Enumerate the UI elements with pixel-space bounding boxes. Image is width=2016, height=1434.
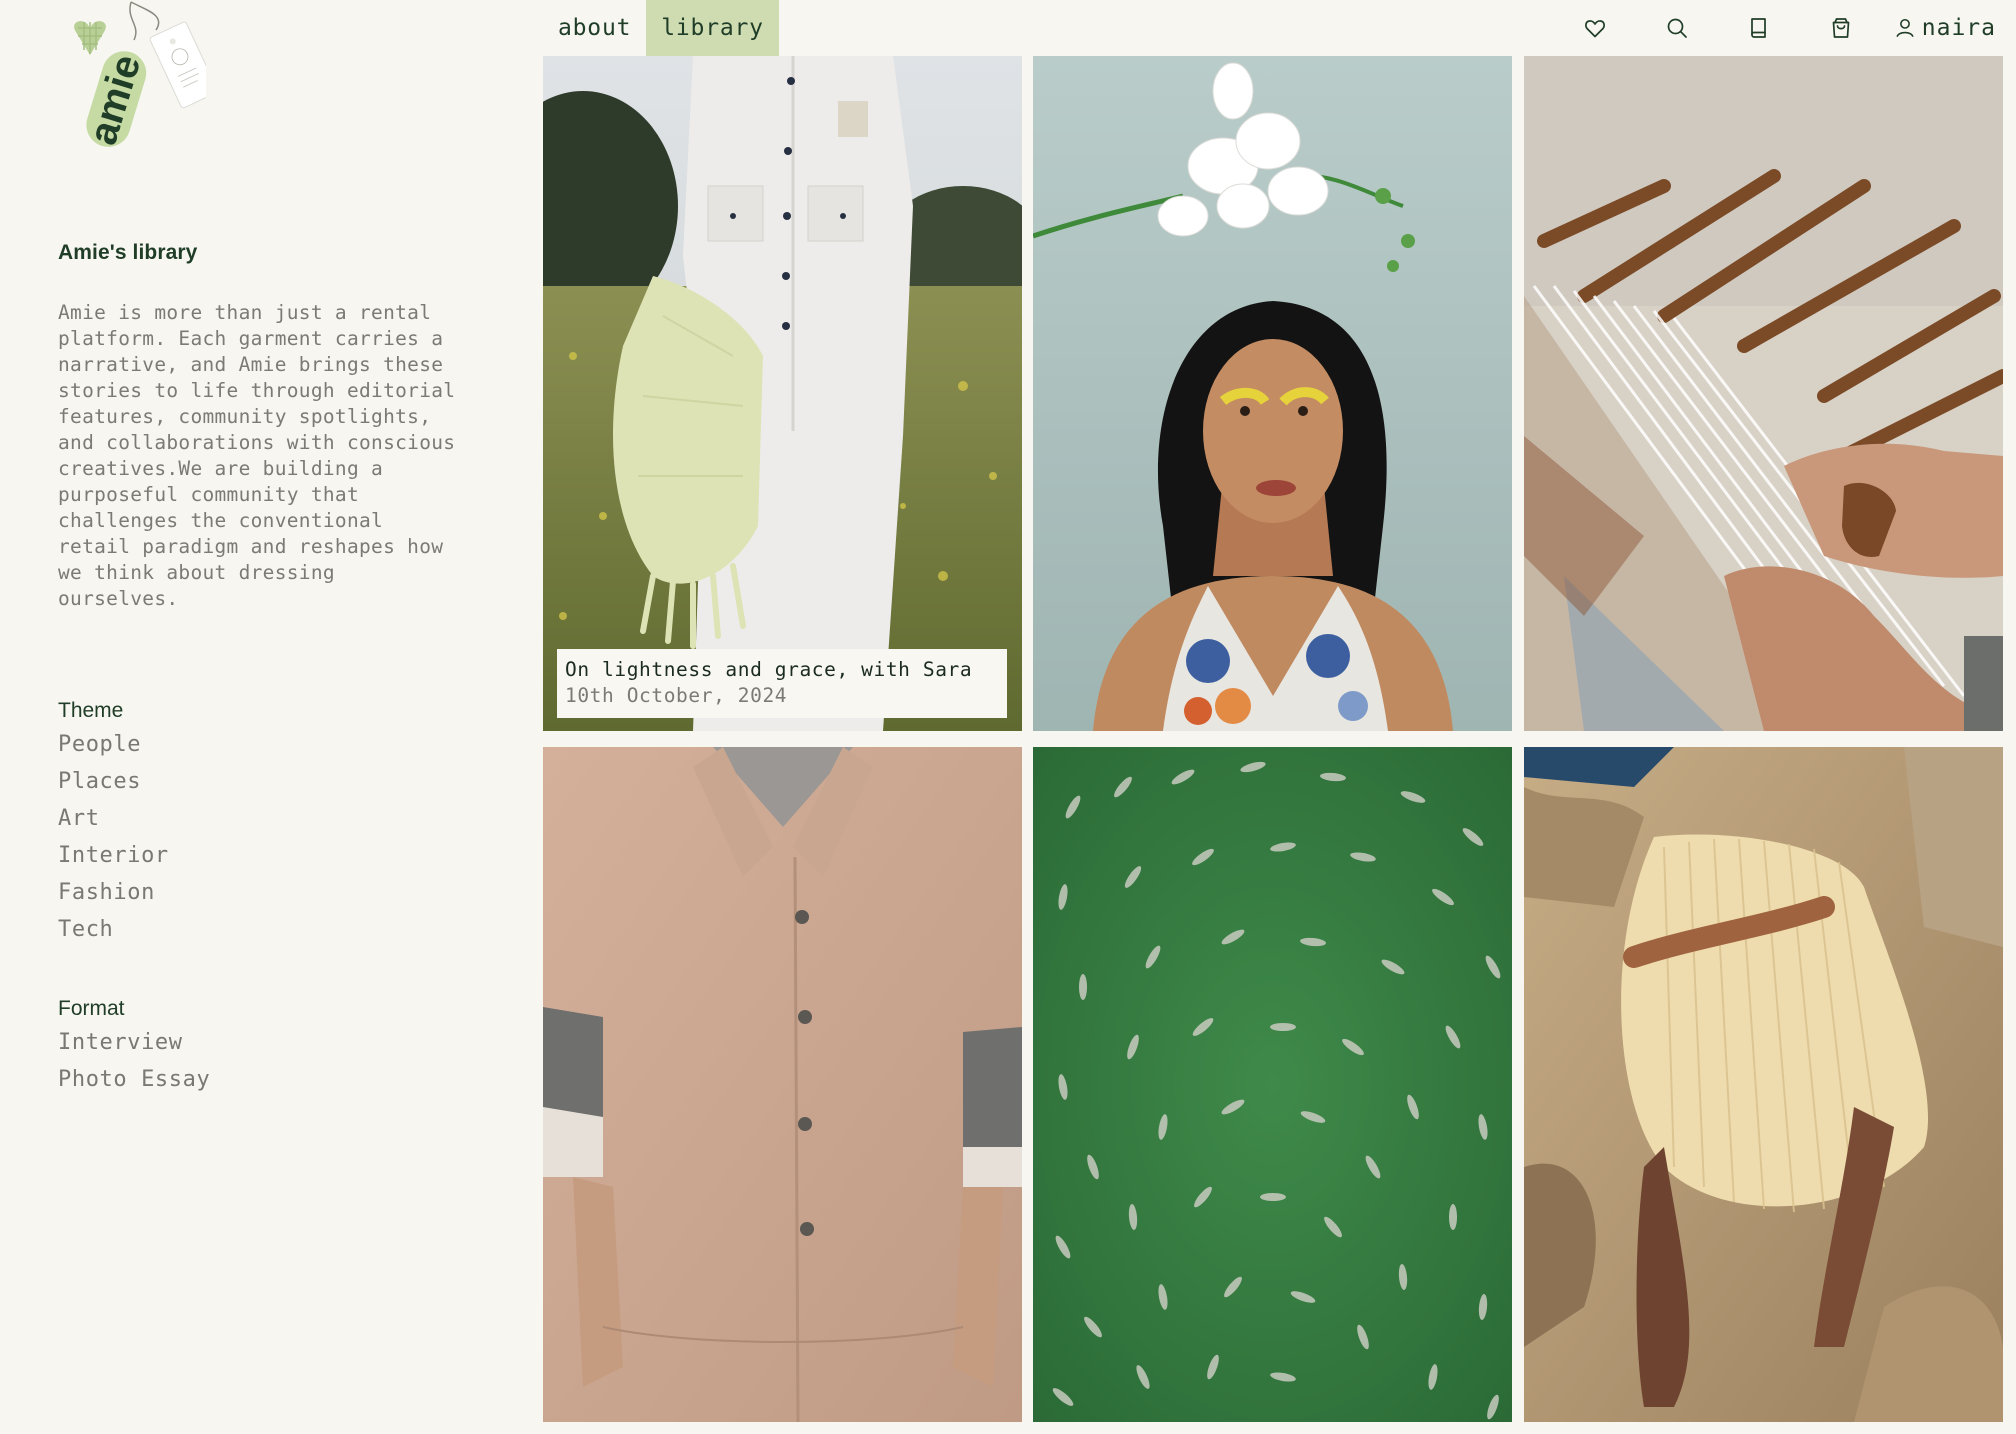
theme-filter-group: Theme People Places Art Interior Fashion… bbox=[58, 696, 169, 948]
format-heading: Format bbox=[58, 997, 125, 1020]
theme-heading: Theme bbox=[58, 699, 124, 722]
nav-about[interactable]: about bbox=[543, 0, 646, 56]
library-button[interactable] bbox=[1718, 0, 1800, 56]
card-caption-date: 10th October, 2024 bbox=[565, 684, 788, 707]
card-image bbox=[543, 56, 1022, 731]
search-icon bbox=[1667, 18, 1687, 38]
filter-fashion[interactable]: Fashion bbox=[58, 874, 169, 911]
filter-art[interactable]: Art bbox=[58, 800, 169, 837]
card-image bbox=[1033, 56, 1512, 731]
library-card[interactable] bbox=[543, 747, 1022, 1422]
library-intro: Amie is more than just a rental platform… bbox=[58, 301, 456, 610]
filter-photo-essay[interactable]: Photo Essay bbox=[58, 1061, 210, 1098]
library-card[interactable] bbox=[1033, 747, 1512, 1422]
card-caption: On lightness and grace, with Sara 10th O… bbox=[557, 649, 1007, 718]
account-button[interactable]: naira bbox=[1882, 0, 1996, 56]
logo-wordmark: amie bbox=[81, 50, 150, 150]
book-icon bbox=[1750, 18, 1766, 38]
library-card[interactable] bbox=[1524, 747, 2003, 1422]
card-image bbox=[1524, 747, 2003, 1422]
account-username: naira bbox=[1921, 15, 1996, 41]
filter-people[interactable]: People bbox=[58, 726, 169, 763]
library-card[interactable]: On lightness and grace, with Sara 10th O… bbox=[543, 56, 1022, 731]
filter-places[interactable]: Places bbox=[58, 763, 169, 800]
heart-icon bbox=[1584, 20, 1605, 38]
header-actions: naira bbox=[1554, 0, 1996, 56]
library-title: Amie's library bbox=[58, 241, 198, 264]
wishlist-button[interactable] bbox=[1554, 0, 1636, 56]
search-button[interactable] bbox=[1636, 0, 1718, 56]
user-icon bbox=[1896, 18, 1914, 38]
card-image bbox=[1033, 747, 1512, 1422]
shopping-bag-icon bbox=[1832, 18, 1850, 38]
card-image bbox=[543, 747, 1022, 1422]
main-nav: about library bbox=[543, 0, 779, 56]
sidebar: Amie's library Amie is more than just a … bbox=[58, 236, 488, 1092]
filter-interview[interactable]: Interview bbox=[58, 1024, 210, 1061]
cart-button[interactable] bbox=[1800, 0, 1882, 56]
format-filter-group: Format Interview Photo Essay bbox=[58, 994, 210, 1098]
filter-tech[interactable]: Tech bbox=[58, 911, 169, 948]
nav-library[interactable]: library bbox=[646, 0, 779, 56]
card-caption-title: On lightness and grace, with Sara bbox=[565, 658, 973, 681]
library-card[interactable] bbox=[1524, 56, 2003, 731]
filter-interior[interactable]: Interior bbox=[58, 837, 169, 874]
card-image bbox=[1524, 56, 2003, 731]
amie-logo[interactable]: amie bbox=[56, 0, 218, 165]
library-card[interactable] bbox=[1033, 56, 1512, 731]
